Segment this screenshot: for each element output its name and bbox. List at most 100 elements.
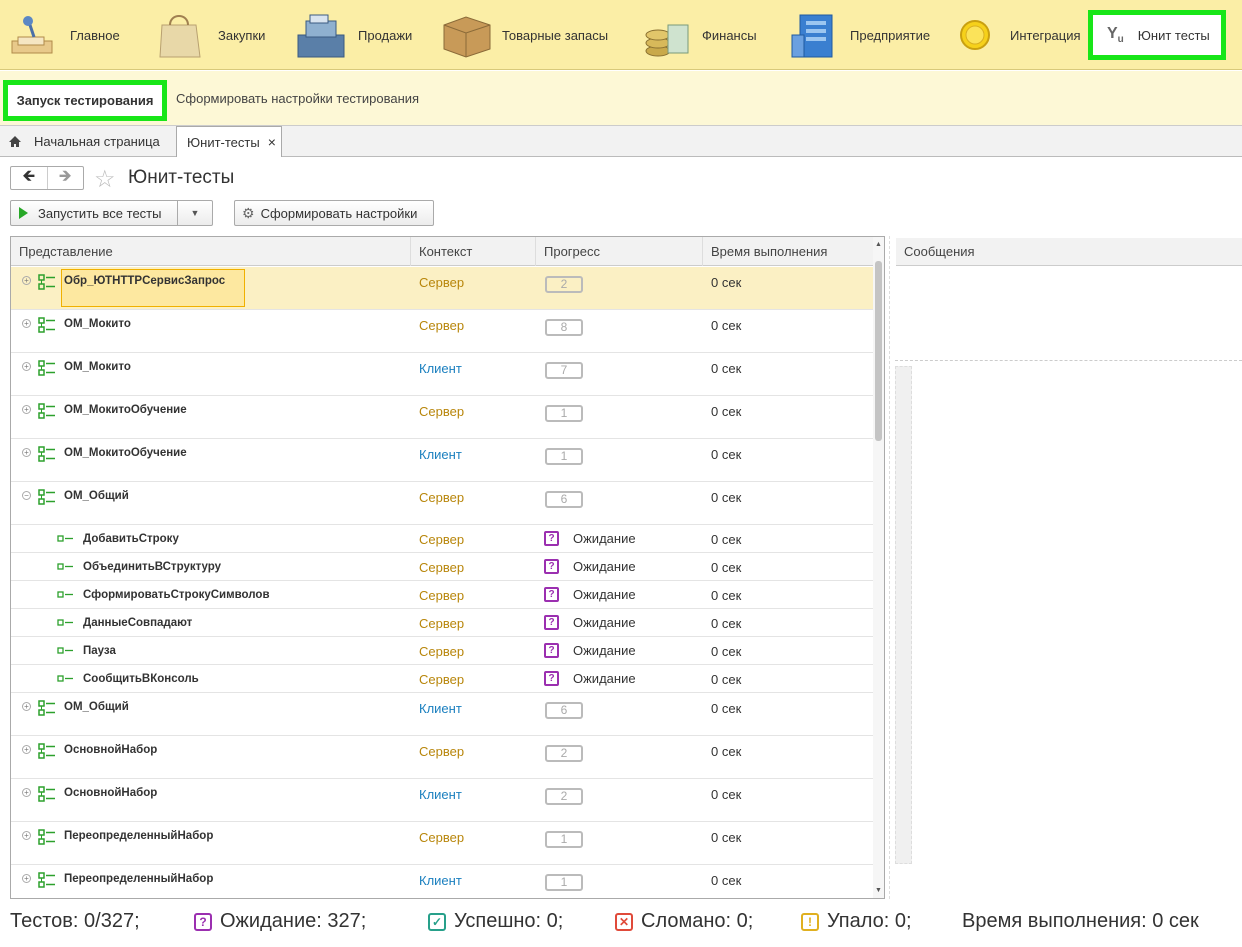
run-all-dropdown-button[interactable]: ▼ — [177, 200, 213, 226]
expand-icon[interactable]: + — [22, 448, 31, 457]
test-count-badge: 2 — [545, 745, 583, 762]
question-icon: ? — [544, 587, 559, 602]
test-time: 0 сек — [711, 275, 742, 290]
favorite-star-icon[interactable]: ☆ — [94, 165, 116, 194]
test-status-label: Ожидание — [573, 587, 636, 602]
test-group-row[interactable]: + ПереопределенныйНабор Сервер 1 0 сек — [11, 822, 873, 865]
test-name: СообщитьВКонсоль — [83, 673, 199, 685]
section-finance[interactable]: Финансы — [640, 0, 757, 70]
expand-icon[interactable]: + — [22, 276, 31, 285]
scroll-thumb[interactable] — [875, 261, 882, 441]
section-enterprise[interactable]: Предприятие — [788, 0, 930, 70]
test-row[interactable]: Пауза Сервер? Ожидание 0 сек — [11, 637, 873, 665]
section-inventory[interactable]: Товарные запасы — [440, 0, 608, 70]
test-group-icon — [38, 700, 55, 716]
test-time: 0 сек — [711, 318, 742, 333]
test-count-badge: 1 — [545, 448, 583, 465]
test-context: Сервер — [419, 490, 465, 505]
expand-icon[interactable]: + — [22, 745, 31, 754]
test-time: 0 сек — [711, 361, 742, 376]
back-arrow-icon[interactable]: 🡸 — [11, 167, 47, 189]
expand-icon[interactable]: + — [22, 831, 31, 840]
tab-home[interactable]: Начальная страница — [0, 126, 160, 157]
expand-icon[interactable]: + — [22, 405, 31, 414]
column-name-header[interactable]: Представление — [11, 237, 411, 266]
test-time: 0 сек — [711, 490, 742, 505]
expand-icon[interactable]: + — [22, 788, 31, 797]
vertical-scrollbar[interactable]: ▲ ▼ — [873, 237, 884, 898]
test-context: Сервер — [419, 644, 465, 659]
test-row[interactable]: ДобавитьСтроку Сервер? Ожидание 0 сек — [11, 525, 873, 553]
test-group-row[interactable]: + Обр_ЮТHTTPСервисЗапрос Сервер 2 0 сек — [11, 267, 873, 310]
section-label: Товарные запасы — [502, 27, 609, 43]
test-group-row[interactable]: + ОсновнойНабор Сервер 2 0 сек — [11, 736, 873, 779]
status-success-label: Успешно: 0; — [454, 910, 564, 932]
section-purchases[interactable]: Закупки — [156, 0, 265, 70]
collapse-icon[interactable]: − — [22, 491, 31, 500]
test-context: Клиент — [419, 873, 462, 888]
status-failed-label: Упало: 0; — [827, 910, 912, 932]
scroll-down-icon[interactable]: ▼ — [875, 887, 882, 894]
box-icon — [440, 11, 492, 59]
expand-icon[interactable]: + — [22, 362, 31, 371]
tab-unit-tests[interactable]: Юнит-тесты × — [176, 126, 282, 157]
expand-icon[interactable]: + — [22, 319, 31, 328]
test-group-row[interactable]: + ОсновнойНабор Клиент 2 0 сек — [11, 779, 873, 822]
test-row[interactable]: ОбъединитьВСтруктуру Сервер? Ожидание 0 сек — [11, 553, 873, 581]
chevron-down-icon: ▼ — [190, 208, 200, 218]
expand-icon[interactable]: + — [22, 874, 31, 883]
test-context: Сервер — [419, 275, 465, 290]
expand-icon[interactable]: + — [22, 702, 31, 711]
test-context: Сервер — [419, 318, 465, 333]
status-tests: Тестов: 0/327; — [10, 910, 140, 932]
status-success: ✓ Успешно: 0; — [428, 910, 563, 933]
test-group-row[interactable]: − ОМ_Общий Сервер 6 0 сек — [11, 482, 873, 525]
section-sales[interactable]: Продажи — [296, 0, 412, 70]
run-all-label: Запустить все тесты — [38, 205, 162, 221]
test-status: ? Ожидание — [544, 643, 636, 658]
test-count-badge: 6 — [545, 491, 583, 508]
test-count-badge: 1 — [545, 874, 583, 891]
test-name: ДобавитьСтроку — [83, 533, 179, 545]
test-context: Сервер — [419, 560, 465, 575]
tests-table[interactable]: Представление Контекст Прогресс Время вы… — [10, 236, 885, 899]
test-group-row[interactable]: + ОМ_МокитоОбучение Клиент 1 0 сек — [11, 439, 873, 482]
column-context-header[interactable]: Контекст — [411, 237, 536, 266]
make-settings-button[interactable]: ⚙ Сформировать настройки — [234, 200, 434, 226]
status-waiting: ? Ожидание: 327; — [194, 910, 366, 933]
run-all-button[interactable]: Запустить все тесты — [10, 200, 178, 226]
close-icon[interactable]: × — [268, 134, 276, 150]
forward-arrow-icon[interactable]: 🡺 — [46, 167, 84, 189]
test-status: ? Ожидание — [544, 559, 636, 574]
section-integration[interactable]: Интеграция — [948, 0, 1081, 70]
test-row[interactable]: ДанныеСовпадают Сервер? Ожидание 0 сек — [11, 609, 873, 637]
test-group-row[interactable]: + ОМ_МокитоОбучение Сервер 1 0 сек — [11, 396, 873, 439]
test-group-icon — [38, 446, 55, 462]
test-method-icon — [57, 619, 73, 626]
make-settings-command[interactable]: Сформировать настройки тестирования — [176, 91, 419, 106]
test-context: Сервер — [419, 588, 465, 603]
column-progress-header[interactable]: Прогресс — [536, 237, 703, 266]
column-time-header[interactable]: Время выполнения — [703, 237, 873, 266]
test-time: 0 сек — [711, 447, 742, 462]
question-icon: ? — [194, 912, 212, 931]
test-context: Сервер — [419, 532, 465, 547]
page-title: Юнит-тесты — [128, 167, 235, 188]
building-icon — [788, 11, 840, 59]
messages-scroll-area[interactable] — [895, 366, 912, 864]
panel-splitter[interactable] — [889, 236, 890, 899]
test-group-row[interactable]: + ОМ_Мокито Клиент 7 0 сек — [11, 353, 873, 396]
test-row[interactable]: СформироватьСтрокуСимволов Сервер? Ожидани… — [11, 581, 873, 609]
test-group-row[interactable]: + ОМ_Общий Клиент 6 0 сек — [11, 693, 873, 736]
question-icon: ? — [544, 559, 559, 574]
exclamation-icon: ! — [801, 912, 819, 931]
run-testing-command[interactable]: Запуск тестирования — [3, 80, 167, 121]
section-main[interactable]: Главное — [8, 0, 120, 70]
test-name: ПереопределенныйНабор — [64, 873, 214, 885]
test-group-row[interactable]: + ПереопределенныйНабор Клиент 1 0 сек — [11, 865, 873, 898]
test-group-row[interactable]: + ОМ_Мокито Сервер 8 0 сек — [11, 310, 873, 353]
test-row[interactable]: СообщитьВКонсоль Сервер? Ожидание 0 сек — [11, 665, 873, 693]
section-unit-tests[interactable]: Yu Юнит тесты — [1088, 10, 1226, 60]
scroll-up-icon[interactable]: ▲ — [875, 241, 882, 248]
test-method-icon — [57, 535, 73, 542]
